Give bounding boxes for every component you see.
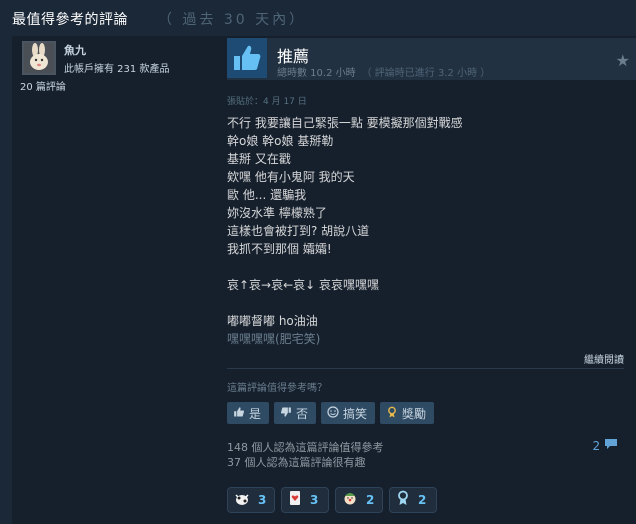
- avatar[interactable]: [22, 41, 56, 75]
- heart-card-icon: [288, 490, 302, 510]
- review-line: 基掰 又在戳: [227, 152, 291, 166]
- author-panel: 魚九 此帳戶擁有 231 款產品 20 篇評論: [12, 36, 212, 524]
- review-line: [227, 294, 627, 312]
- review-card: 魚九 此帳戶擁有 231 款產品 20 篇評論 推薦 總時數 10.2 小時（ …: [12, 36, 636, 524]
- review-line: 我抓不到那個 孀孀!: [227, 242, 332, 256]
- award-button[interactable]: 獎勵: [380, 402, 434, 424]
- divider: [227, 368, 624, 369]
- thumbs-down-icon: [280, 406, 292, 421]
- cow-icon: [234, 491, 250, 510]
- thumbs-up-icon: [233, 406, 245, 421]
- vote-stats: 148 個人認為這篇評論值得參考 37 個人認為這篇評論很有趣: [227, 440, 384, 470]
- vote-no-label: 否: [296, 406, 309, 421]
- award-count: 3: [310, 493, 319, 507]
- section-title: 最值得參考的評論: [12, 12, 128, 28]
- helpful-question: 這篇評論值得參考嗎？: [227, 383, 327, 394]
- vote-funny-label: 搞笑: [343, 406, 368, 421]
- award-cow[interactable]: 3: [227, 487, 275, 513]
- section-subtitle: （ 過去 30 天內）: [158, 12, 307, 28]
- posted-date: 張貼於：4 月 17 日: [227, 97, 307, 107]
- clown-icon: [342, 490, 358, 510]
- total-hours: 總時數 10.2 小時: [277, 68, 356, 79]
- review-line: 嘟嘟督嘟 ho油油: [227, 314, 318, 328]
- hours-at-review: （ 評論時已進行 3.2 小時 ）: [361, 68, 491, 79]
- comment-bubble-icon: [604, 439, 618, 453]
- review-line: 哀↑哀→哀←哀↓ 哀哀嘿嘿嘿: [227, 278, 380, 292]
- helpful-count: 148 個人認為這篇評論值得參考: [227, 441, 384, 454]
- vote-yes-button[interactable]: 是: [227, 402, 269, 424]
- rabbit-avatar-icon: [24, 43, 54, 73]
- medal-icon: [396, 490, 410, 510]
- thumbs-up-icon: [227, 38, 267, 78]
- award-count: 2: [418, 493, 427, 507]
- playtime: 總時數 10.2 小時 （ 評論時已進行 3.2 小時 ）: [277, 64, 490, 79]
- award-label: 獎勵: [402, 406, 427, 421]
- review-line: 幹o娘 幹o娘 基掰勒: [227, 134, 334, 148]
- award-clown[interactable]: 2: [335, 487, 383, 513]
- award-star-icon[interactable]: ★: [616, 51, 630, 70]
- review-verdict-bar[interactable]: 推薦 總時數 10.2 小時（ 評論時已進行 3.2 小時 ） ★: [227, 38, 636, 80]
- smiley-icon: [327, 405, 339, 421]
- author-products-owned[interactable]: 此帳戶擁有 231 款產品: [64, 60, 169, 75]
- award-ribbon-icon: [386, 406, 398, 421]
- review-line: 歐 他... 還騙我: [227, 188, 307, 202]
- vote-funny-button[interactable]: 搞笑: [321, 402, 375, 424]
- review-line: 這樣也會被打到? 胡說八道: [227, 224, 370, 238]
- author-name[interactable]: 魚九: [64, 42, 86, 58]
- comment-count: 2: [592, 439, 601, 453]
- review-line: 不行 我要讓自己緊張一點 要模擬那個對戰感: [227, 116, 463, 130]
- review-line: [227, 258, 627, 276]
- vote-no-button[interactable]: 否: [274, 402, 316, 424]
- review-line: 欸嘿 他有小鬼阿 我的天: [227, 170, 355, 184]
- review-line: 妳沒水準 檸檬熟了: [227, 206, 327, 220]
- review-text-faded: 嘿嘿嘿嘿(肥宅笑): [227, 332, 321, 346]
- review-body: 推薦 總時數 10.2 小時（ 評論時已進行 3.2 小時 ） ★ 張貼於：4 …: [227, 36, 636, 524]
- award-medal[interactable]: 2: [389, 487, 437, 513]
- review-text: 不行 我要讓自己緊張一點 要模擬那個對戰感 幹o娘 幹o娘 基掰勒 基掰 又在戳欸嘿…: [227, 114, 627, 348]
- award-heart-card[interactable]: 3: [281, 487, 329, 513]
- section-header: 最值得參考的評論 （ 過去 30 天內）: [0, 0, 636, 36]
- comments-link[interactable]: 2: [593, 438, 618, 453]
- read-more-link[interactable]: 繼續閱讀: [584, 351, 624, 366]
- award-count: 3: [258, 493, 267, 507]
- vote-yes-label: 是: [249, 406, 262, 421]
- award-count: 2: [366, 493, 375, 507]
- author-review-count[interactable]: 20 篇評論: [20, 78, 66, 93]
- funny-count: 37 個人認為這篇評論很有趣: [227, 456, 366, 469]
